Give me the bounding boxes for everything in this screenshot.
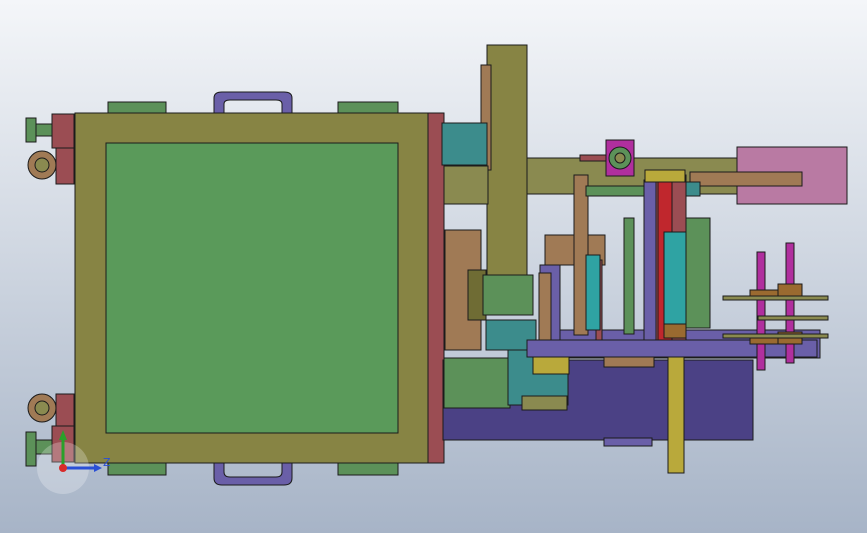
- cad-viewport[interactable]: Z: [0, 0, 867, 533]
- mech-green-rod: [623, 217, 635, 335]
- foot-pad-top: [25, 117, 37, 143]
- base-foot: [603, 437, 653, 447]
- upper-teal-block: [441, 122, 488, 166]
- mech-teal-cap: [685, 181, 701, 197]
- mech-left-tan: [538, 272, 552, 344]
- mech-yellow-cap: [644, 169, 686, 183]
- bottom-bracket-right: [337, 462, 399, 476]
- caster-hub-top: [34, 157, 50, 173]
- mech-cyan-post: [585, 254, 601, 331]
- lower-block: [443, 357, 511, 409]
- foot-pad-bottom: [25, 431, 37, 467]
- spindle-collar-right-top: [777, 283, 803, 297]
- lower-slide: [521, 395, 568, 411]
- mech-green-rail: [585, 185, 647, 197]
- caster-hub-bottom: [34, 400, 50, 416]
- spindle-plate-bottom: [722, 333, 829, 339]
- triad-z-label: Z: [103, 456, 111, 469]
- upper-khaki-block: [443, 165, 489, 205]
- mech-yellow-rod: [667, 354, 685, 474]
- main-frame-panel: [105, 142, 399, 434]
- mech-cyan-roller: [663, 231, 687, 325]
- caster-mount-top: [55, 147, 75, 185]
- vertical-column: [486, 44, 528, 276]
- machine-assembly-drawing: Z: [0, 0, 867, 533]
- mid-green-block: [482, 274, 534, 316]
- spindle-plate-top: [722, 295, 829, 301]
- caster-mount-bottom: [55, 393, 75, 431]
- spindle-plate-mid: [757, 315, 829, 321]
- bottom-bracket-left: [107, 462, 167, 476]
- top-bracket-right: [337, 101, 399, 115]
- lower-yellow-block: [532, 355, 570, 375]
- spindle-right: [785, 242, 795, 364]
- mech-brown-collar: [663, 323, 687, 339]
- mech-green-roller: [685, 217, 711, 329]
- spindle-left: [756, 251, 766, 371]
- coupling-center: [614, 152, 626, 164]
- foot-mount-top: [51, 113, 75, 149]
- shaft-extension: [689, 171, 803, 187]
- mech-tan-link: [603, 356, 655, 368]
- top-bracket-left: [107, 101, 167, 115]
- triad-origin: [59, 464, 67, 472]
